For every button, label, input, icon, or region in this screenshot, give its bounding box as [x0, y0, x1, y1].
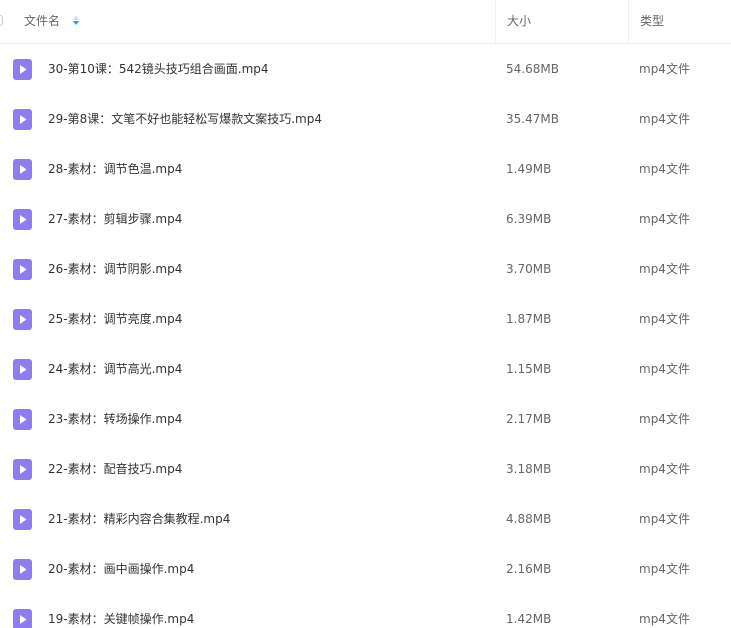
file-type: mp4文件 [639, 262, 690, 276]
column-header-type[interactable]: 类型 [628, 0, 731, 43]
file-size: 1.42MB [506, 612, 552, 626]
table-row[interactable]: 20-素材：画中画操作.mp4 2.16MB mp4文件 [0, 544, 731, 594]
file-name[interactable]: 20-素材：画中画操作.mp4 [48, 544, 194, 594]
column-header-type-label: 类型 [640, 14, 665, 28]
video-file-icon [13, 459, 32, 480]
file-type: mp4文件 [639, 312, 690, 326]
table-row[interactable]: 19-素材：关键帧操作.mp4 1.42MB mp4文件 [0, 594, 731, 628]
file-name[interactable]: 25-素材：调节亮度.mp4 [48, 294, 182, 344]
file-size: 6.39MB [506, 212, 552, 226]
video-file-icon [13, 359, 32, 380]
file-name[interactable]: 28-素材：调节色温.mp4 [48, 144, 182, 194]
file-type: mp4文件 [639, 362, 690, 376]
table-row[interactable]: 26-素材：调节阴影.mp4 3.70MB mp4文件 [0, 244, 731, 294]
video-file-icon [13, 559, 32, 580]
file-size: 54.68MB [506, 62, 559, 76]
file-type: mp4文件 [639, 612, 690, 626]
file-size: 2.17MB [506, 412, 552, 426]
file-name[interactable]: 21-素材：精彩内容合集教程.mp4 [48, 494, 230, 544]
file-type: mp4文件 [639, 212, 690, 226]
file-type: mp4文件 [639, 62, 690, 76]
table-row[interactable]: 27-素材：剪辑步骤.mp4 6.39MB mp4文件 [0, 194, 731, 244]
column-header-name[interactable]: 文件名 [24, 0, 494, 43]
column-header-size-label: 大小 [507, 14, 532, 28]
file-name[interactable]: 23-素材：转场操作.mp4 [48, 394, 182, 444]
file-size: 1.49MB [506, 162, 552, 176]
table-header: 文件名 大小 类型 [0, 0, 731, 44]
video-file-icon [13, 59, 32, 80]
video-file-icon [13, 309, 32, 330]
file-type: mp4文件 [639, 462, 690, 476]
video-file-icon [13, 259, 32, 280]
file-name[interactable]: 22-素材：配音技巧.mp4 [48, 444, 182, 494]
file-type: mp4文件 [639, 162, 690, 176]
video-file-icon [13, 159, 32, 180]
file-size: 3.70MB [506, 262, 552, 276]
file-type: mp4文件 [639, 512, 690, 526]
column-header-size[interactable]: 大小 [495, 0, 628, 43]
video-file-icon [13, 209, 32, 230]
file-type: mp4文件 [639, 412, 690, 426]
video-file-icon [13, 409, 32, 430]
file-size: 1.15MB [506, 362, 552, 376]
table-row[interactable]: 29-第8课：文笔不好也能轻松写爆款文案技巧.mp4 35.47MB mp4文件 [0, 94, 731, 144]
video-file-icon [13, 109, 32, 130]
file-rows: 30-第10课：542镜头技巧组合画面.mp4 54.68MB mp4文件 29-第8… [0, 44, 731, 628]
table-row[interactable]: 23-素材：转场操作.mp4 2.17MB mp4文件 [0, 394, 731, 444]
file-type: mp4文件 [639, 562, 690, 576]
file-size: 35.47MB [506, 112, 559, 126]
table-row[interactable]: 21-素材：精彩内容合集教程.mp4 4.88MB mp4文件 [0, 494, 731, 544]
table-row[interactable]: 22-素材：配音技巧.mp4 3.18MB mp4文件 [0, 444, 731, 494]
file-name[interactable]: 30-第10课：542镜头技巧组合画面.mp4 [48, 44, 269, 94]
file-name[interactable]: 26-素材：调节阴影.mp4 [48, 244, 182, 294]
file-size: 1.87MB [506, 312, 552, 326]
file-type: mp4文件 [639, 112, 690, 126]
file-name[interactable]: 19-素材：关键帧操作.mp4 [48, 594, 194, 628]
file-size: 4.88MB [506, 512, 552, 526]
select-all-checkbox[interactable] [0, 15, 3, 26]
file-name[interactable]: 27-素材：剪辑步骤.mp4 [48, 194, 182, 244]
table-row[interactable]: 30-第10课：542镜头技巧组合画面.mp4 54.68MB mp4文件 [0, 44, 731, 94]
file-size: 3.18MB [506, 462, 552, 476]
table-row[interactable]: 28-素材：调节色温.mp4 1.49MB mp4文件 [0, 144, 731, 194]
table-row[interactable]: 24-素材：调节高光.mp4 1.15MB mp4文件 [0, 344, 731, 394]
file-list-table: 文件名 大小 类型 30-第10课：542镜头技巧组合画面.mp4 54.68MB… [0, 0, 731, 628]
file-size: 2.16MB [506, 562, 552, 576]
table-row[interactable]: 25-素材：调节亮度.mp4 1.87MB mp4文件 [0, 294, 731, 344]
video-file-icon [13, 509, 32, 530]
file-name[interactable]: 24-素材：调节高光.mp4 [48, 344, 182, 394]
column-header-name-label: 文件名 [24, 14, 61, 28]
file-name[interactable]: 29-第8课：文笔不好也能轻松写爆款文案技巧.mp4 [48, 94, 322, 144]
sort-icon[interactable] [72, 15, 79, 26]
video-file-icon [13, 609, 32, 628]
